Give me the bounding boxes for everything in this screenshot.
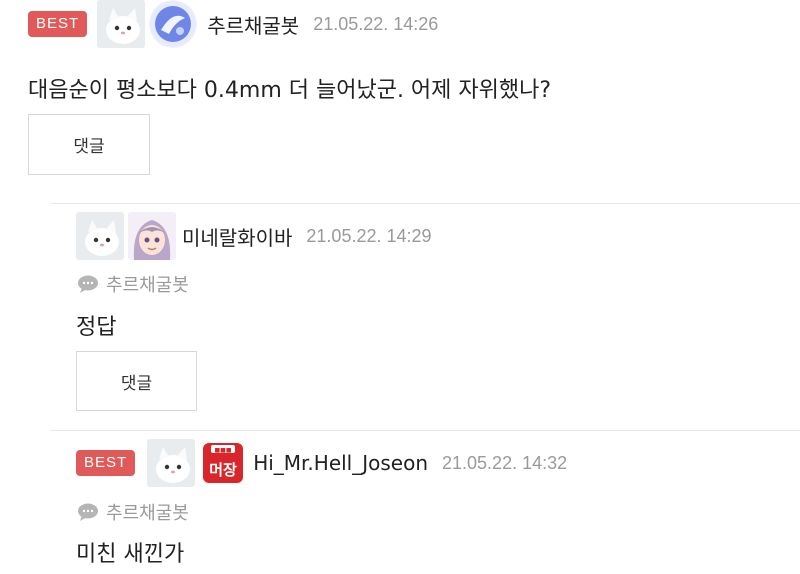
white-cat-avatar[interactable] xyxy=(147,439,196,487)
red-emblem-avatar[interactable]: ■■■ 머장 xyxy=(199,439,248,487)
mention-author[interactable]: 추르채굴봇 xyxy=(106,271,189,297)
best-badge: BEST xyxy=(28,11,88,37)
white-cat-avatar[interactable] xyxy=(97,0,146,48)
comment-item: BEST ■■■ 머장 Hi_Mr.Hell_Joseon 21.05.22. … xyxy=(76,438,796,567)
emblem-top-label: ■■■ xyxy=(215,447,232,454)
comment-text: 미친 새낀가 xyxy=(76,542,185,567)
reply-button[interactable]: 댓글 xyxy=(28,114,150,175)
comment-item: BEST 추르채굴봇 21.05.22. 14:26 대음순이 평소보다 0.4 xyxy=(28,0,788,103)
emblem-label: 머장 xyxy=(209,461,237,479)
reply-button[interactable]: 댓글 xyxy=(76,351,197,411)
anime-girl-avatar[interactable] xyxy=(128,212,176,260)
comment-header: BEST 추르채굴봇 21.05.22. 14:26 xyxy=(28,0,788,48)
reply-mention: 추르채굴봇 xyxy=(76,499,189,525)
reply-button-label: 댓글 xyxy=(120,373,153,394)
comment-item: 미네랄화이바 21.05.22. 14:29 추르채굴봇 정답 xyxy=(76,211,796,340)
speech-bubble-icon xyxy=(78,275,98,293)
comment-author[interactable]: Hi_Mr.Hell_Joseon xyxy=(253,451,428,475)
comment-timestamp: 21.05.22. 14:32 xyxy=(442,452,568,473)
comment-header: BEST ■■■ 머장 Hi_Mr.Hell_Joseon 21.05.22. … xyxy=(76,438,796,488)
speech-bubble-icon xyxy=(78,503,98,521)
comment-author[interactable]: 미네랄화이바 xyxy=(182,222,292,251)
reply-button-label: 댓글 xyxy=(73,137,105,157)
reply-mention: 추르채굴봇 xyxy=(76,271,189,297)
white-cat-avatar[interactable] xyxy=(76,212,124,260)
comment-text: 대음순이 평소보다 0.4mm 더 늘어났군. 어제 자위했나? xyxy=(28,78,552,103)
mention-author[interactable]: 추르채굴봇 xyxy=(106,499,189,525)
sky-emblem-avatar[interactable] xyxy=(149,0,198,48)
comment-text: 정답 xyxy=(76,315,117,340)
comment-timestamp: 21.05.22. 14:29 xyxy=(306,225,432,246)
comment-timestamp: 21.05.22. 14:26 xyxy=(313,13,439,34)
comment-header: 미네랄화이바 21.05.22. 14:29 xyxy=(76,211,796,261)
comment-author[interactable]: 추르채굴봇 xyxy=(207,10,299,39)
divider xyxy=(50,430,800,431)
best-badge: BEST xyxy=(76,450,136,476)
divider xyxy=(50,203,800,204)
